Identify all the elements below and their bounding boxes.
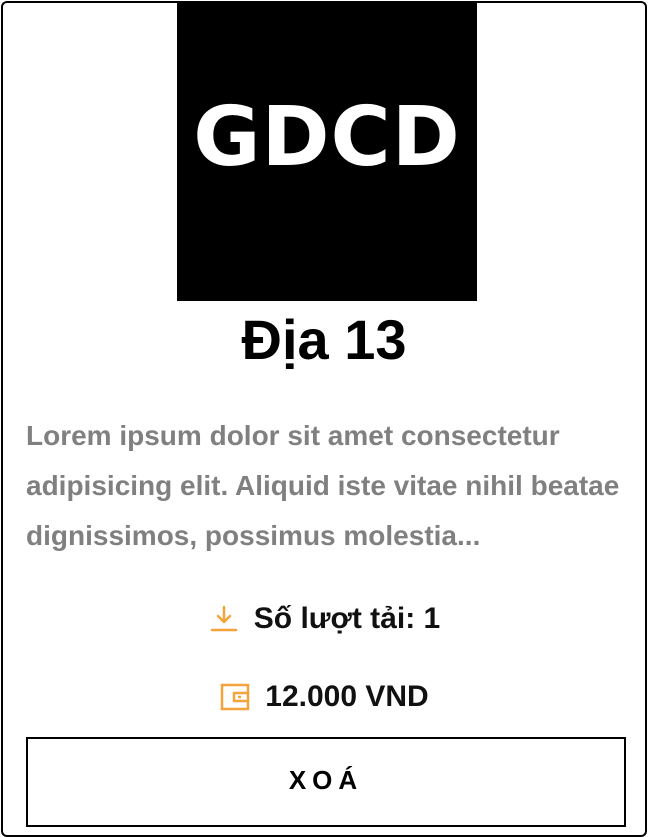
document-card: GDCD Địa 13 Lorem ipsum dolor sit amet c… <box>1 1 647 837</box>
download-count-row: Số lượt tải: 1 <box>3 597 645 641</box>
thumbnail-text: GDCD <box>193 89 461 185</box>
wallet-icon <box>219 681 251 713</box>
card-title: Địa 13 <box>241 308 407 371</box>
thumbnail[interactable]: GDCD <box>177 3 477 301</box>
card-description: Lorem ipsum dolor sit amet consectetur a… <box>26 420 620 551</box>
price-text: 12.000 VND <box>265 680 429 713</box>
delete-button[interactable]: XOÁ <box>26 737 626 827</box>
price-row: 12.000 VND <box>3 675 645 719</box>
download-icon <box>208 603 240 635</box>
download-count-text: Số lượt tải: 1 <box>253 602 441 635</box>
